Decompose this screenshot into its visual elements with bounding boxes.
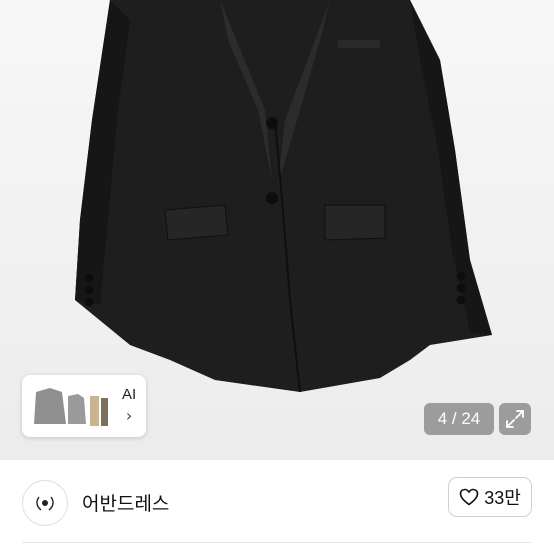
laurel-logo-icon xyxy=(36,496,54,511)
ai-styling-chip[interactable]: AI › xyxy=(22,375,146,437)
heart-outline-icon xyxy=(459,488,479,506)
product-detail-screen: AI › 4 / 24 어반드레스 33만 xyxy=(0,0,554,554)
ai-outfit-thumbnails xyxy=(28,380,114,432)
ai-label: AI xyxy=(122,386,137,403)
expand-icon xyxy=(506,410,524,428)
like-count: 33만 xyxy=(484,488,521,508)
seller-avatar[interactable] xyxy=(22,480,68,526)
image-counter: 4 / 24 xyxy=(424,403,494,435)
expand-button[interactable] xyxy=(499,403,531,435)
divider xyxy=(22,542,532,543)
chevron-right-icon: › xyxy=(125,406,133,425)
seller-name[interactable]: 어반드레스 xyxy=(82,489,169,516)
seller-bar: 어반드레스 33만 xyxy=(0,460,554,554)
like-button[interactable]: 33만 xyxy=(448,477,532,517)
